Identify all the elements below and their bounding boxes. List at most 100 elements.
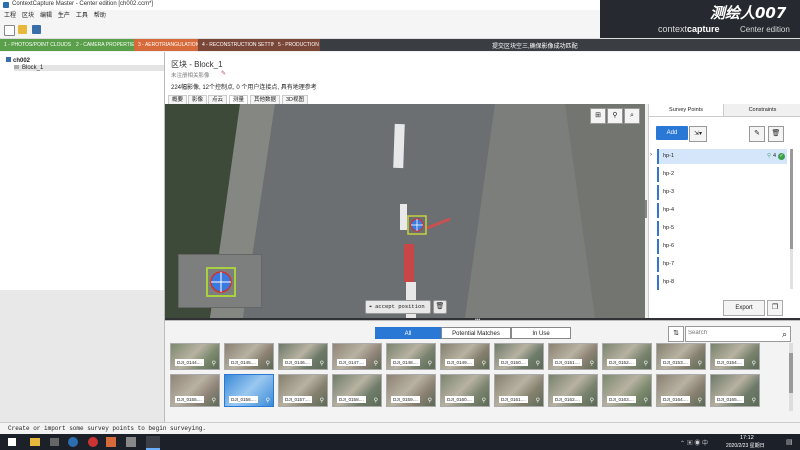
new-project-icon[interactable] xyxy=(4,25,15,36)
photo-search-box[interactable]: ⌕ xyxy=(685,326,791,342)
survey-point-row[interactable]: hp-4 xyxy=(657,203,787,218)
open-folder-icon[interactable] xyxy=(18,25,27,34)
photo-viewer[interactable]: ⌖ accept position 🗑 xyxy=(165,104,645,318)
tab-survey-points[interactable]: Survey Points xyxy=(649,104,724,117)
clock-date: 2020/2/23 星期日 xyxy=(726,443,765,449)
photo-thumbnail[interactable]: DJI_0163.... ⚲ xyxy=(602,374,652,407)
photo-thumbnail[interactable]: DJI_0158.... ⚲ xyxy=(332,374,382,407)
brand-watermark: 测绘人007 xyxy=(710,4,787,22)
photo-thumbnail[interactable]: DJI_0157.... ⚲ xyxy=(278,374,328,407)
photo-thumbnail[interactable]: DJI_0160.... ⚲ xyxy=(440,374,490,407)
survey-point-row[interactable]: hp-8 xyxy=(657,275,787,290)
notification-icon[interactable]: ▤ xyxy=(786,438,793,446)
photo-thumbnail-label: DJI_0149.... xyxy=(445,359,474,366)
photo-thumbnail[interactable]: DJI_0162.... ⚲ xyxy=(548,374,598,407)
tree-project[interactable]: ch002 xyxy=(6,57,30,64)
player-icon[interactable] xyxy=(126,437,136,447)
photo-pin-icon: ⚲ xyxy=(427,398,432,404)
photo-thumbnail[interactable]: DJI_0152.... ⚲ xyxy=(602,343,652,370)
step-reconstruction[interactable]: 4 - RECONSTRUCTION SETTINGS xyxy=(198,39,283,51)
search-icon[interactable]: ⌕ xyxy=(782,327,787,341)
delete-point-icon[interactable]: 🗑 xyxy=(768,126,784,142)
edit-point-icon[interactable]: ✎ xyxy=(749,126,765,142)
project-icon xyxy=(6,57,11,62)
photo-thumbnail[interactable]: DJI_0159.... ⚲ xyxy=(386,374,436,407)
viewer-splitter-handle[interactable] xyxy=(645,200,647,218)
photo-thumbnail-label: DJI_0162.... xyxy=(553,396,582,403)
step-aerotriangulation[interactable]: 3 - AEROTRIANGULATION xyxy=(134,39,199,51)
copy-icon[interactable]: ❐ xyxy=(767,300,783,316)
photo-thumbnail[interactable]: DJI_0155.... ⚲ xyxy=(170,374,220,407)
sort-icon[interactable]: ⇅ xyxy=(668,326,684,342)
scroll-thumb[interactable] xyxy=(789,353,793,393)
menu-help[interactable]: 帮助 xyxy=(94,10,106,22)
export-button[interactable]: Export xyxy=(723,300,765,316)
step-production[interactable]: 5 - PRODUCTION xyxy=(274,39,320,51)
file-explorer-icon[interactable] xyxy=(30,438,40,446)
place-marker-icon[interactable]: ⚲ xyxy=(607,108,623,124)
delete-position-icon[interactable]: 🗑 xyxy=(433,300,447,314)
photo-thumbnail-label: DJI_0145.... xyxy=(229,359,258,366)
edit-pencil-icon[interactable]: ✎ xyxy=(221,70,226,77)
search-input[interactable] xyxy=(688,328,768,338)
clock-time: 17:12 xyxy=(740,435,754,441)
photo-thumbnail[interactable]: DJI_0145.... ⚲ xyxy=(224,343,274,370)
photo-thumbnail[interactable]: DJI_0147.... ⚲ xyxy=(332,343,382,370)
media-app-icon[interactable] xyxy=(88,437,98,447)
block-title: 区块 - Block_1 xyxy=(171,60,223,69)
photo-thumbnail-label: DJI_0157.... xyxy=(283,396,312,403)
photo-thumbnail[interactable]: DJI_0144.... ⚲ xyxy=(170,343,220,370)
photo-thumbnail[interactable]: DJI_0148.... ⚲ xyxy=(386,343,436,370)
menu-production[interactable]: 生产 xyxy=(58,10,70,22)
brand-edition: Center edition xyxy=(740,25,790,34)
filter-all[interactable]: All xyxy=(375,327,441,339)
accept-position-button[interactable]: ⌖ accept position xyxy=(365,300,431,314)
photo-thumbnail[interactable]: DJI_0165.... ⚲ xyxy=(710,374,760,407)
step-camera[interactable]: 2 - CAMERA PROPERTIES xyxy=(72,39,138,51)
photo-thumbnail[interactable]: DJI_0161.... ⚲ xyxy=(494,374,544,407)
filter-potential-matches[interactable]: Potential Matches xyxy=(441,327,511,339)
store-icon[interactable] xyxy=(50,438,59,446)
save-icon[interactable] xyxy=(32,25,41,34)
survey-point-row[interactable]: hp-6 xyxy=(657,239,787,254)
photo-thumbnail[interactable]: DJI_0153.... ⚲ xyxy=(656,343,706,370)
photo-pin-icon: ⚲ xyxy=(751,361,756,367)
step-photos[interactable]: 1 - PHOTOS/POINT CLOUDS xyxy=(0,39,72,51)
fit-view-icon[interactable]: ⊞ xyxy=(590,108,606,124)
menu-tools[interactable]: 工具 xyxy=(76,10,88,22)
photo-thumbnail[interactable]: DJI_0151.... ⚲ xyxy=(548,343,598,370)
import-dropdown-icon[interactable]: ⇲▾ xyxy=(689,126,707,142)
browser-icon[interactable] xyxy=(68,437,78,447)
menu-edit[interactable]: 编辑 xyxy=(40,10,52,22)
scroll-thumb[interactable] xyxy=(790,149,793,249)
photo-thumbnail[interactable]: DJI_0146.... ⚲ xyxy=(278,343,328,370)
windows-start-icon[interactable] xyxy=(8,438,16,446)
tree-project-label: ch002 xyxy=(13,58,31,64)
photo-pin-icon: ⚲ xyxy=(211,398,216,404)
survey-point-row[interactable]: hp-2 xyxy=(657,167,787,182)
contextcapture-taskbar-icon[interactable] xyxy=(106,437,116,447)
filter-in-use[interactable]: In Use xyxy=(511,327,571,339)
brand-bold: capture xyxy=(687,24,720,34)
tray-icons[interactable]: ⌃ ▣ ◉ 中 xyxy=(680,438,708,447)
survey-point-row[interactable]: hp-1 ⚲ 4 ✓ xyxy=(657,149,787,164)
photo-thumbnail[interactable]: DJI_0164.... ⚲ xyxy=(656,374,706,407)
survey-point-row[interactable]: hp-3 xyxy=(657,185,787,200)
survey-list-scrollbar[interactable] xyxy=(790,149,793,289)
survey-point-row[interactable]: hp-7 xyxy=(657,257,787,272)
add-survey-point-button[interactable]: Add xyxy=(656,126,688,140)
tree-block[interactable]: Block_1 xyxy=(14,65,164,71)
menu-block[interactable]: 区块 xyxy=(22,10,34,22)
photo-pin-icon: ⚲ xyxy=(643,361,648,367)
photo-thumbnail-label: DJI_0155.... xyxy=(175,396,204,403)
survey-point-row[interactable]: hp-5 xyxy=(657,221,787,236)
menu-project[interactable]: 工程 xyxy=(4,10,16,22)
photo-thumbnail[interactable]: DJI_0150.... ⚲ xyxy=(494,343,544,370)
app-icon-active[interactable] xyxy=(146,436,160,450)
zoom-tool-icon[interactable]: ⌕ xyxy=(624,108,640,124)
photo-thumbnail[interactable]: DJI_0154.... ⚲ xyxy=(710,343,760,370)
photo-thumbnail[interactable]: DJI_0149.... ⚲ xyxy=(440,343,490,370)
tab-constraints[interactable]: Constraints xyxy=(724,104,800,117)
photo-thumbnail[interactable]: DJI_0156.... ⚲ xyxy=(224,374,274,407)
photo-strip-scrollbar[interactable] xyxy=(789,343,793,411)
